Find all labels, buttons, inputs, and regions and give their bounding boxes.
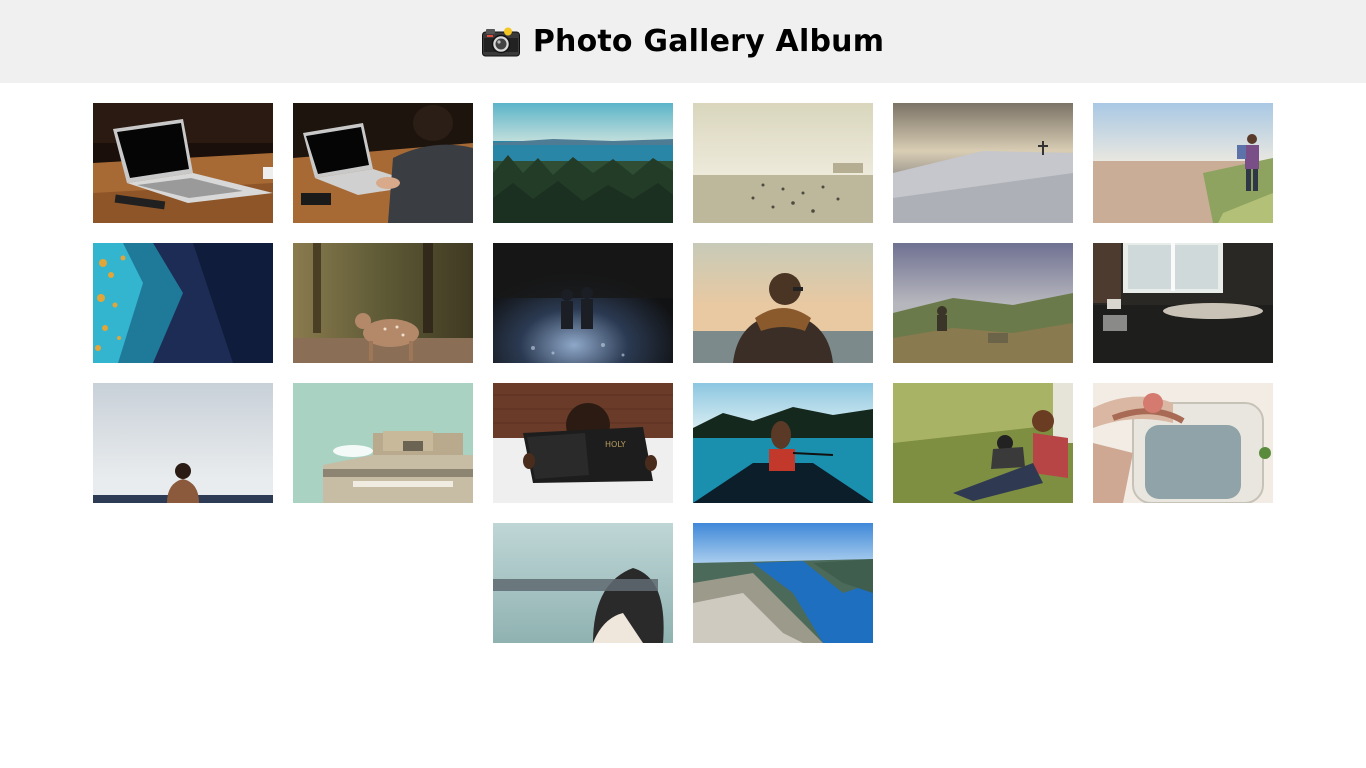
photo-snowy-hill-cross[interactable] <box>893 103 1073 223</box>
photo-woman-in-canoe[interactable] <box>693 383 873 503</box>
camera-icon <box>481 27 520 56</box>
photo-old-building[interactable] <box>293 383 473 503</box>
photo-man-carrying-child-on-beach[interactable] <box>1093 103 1273 223</box>
photo-laptop-on-desk[interactable] <box>93 103 273 223</box>
photo-couple-in-dark-water[interactable] <box>493 243 673 363</box>
photo-ocean-aerial-teal[interactable] <box>93 243 273 363</box>
title-wrap: Photo Gallery Album <box>481 24 885 59</box>
photo-misty-beach[interactable] <box>693 103 873 223</box>
photo-person-on-foggy-hill[interactable] <box>893 243 1073 363</box>
photo-deer-in-forest[interactable] <box>293 243 473 363</box>
photo-woman-in-car-window[interactable] <box>1093 383 1273 503</box>
photo-couple-in-grass[interactable] <box>893 383 1073 503</box>
photo-child-reading-bible[interactable]: HOLY <box>493 383 673 503</box>
photo-person-sleeping-on-couch[interactable] <box>1093 243 1273 363</box>
photo-blindfolded-woman[interactable] <box>493 523 673 643</box>
photo-fjord-landscape[interactable] <box>693 523 873 643</box>
svg-text:HOLY: HOLY <box>605 440 626 449</box>
photo-woman-looking-at-sea[interactable] <box>693 243 873 363</box>
photo-man-typing-on-laptop[interactable] <box>293 103 473 223</box>
photo-man-at-sky[interactable] <box>93 383 273 503</box>
photo-gallery: HOLY <box>83 103 1283 643</box>
photo-forest-and-sea[interactable] <box>493 103 673 223</box>
page-header: Photo Gallery Album <box>0 0 1366 83</box>
page-title: Photo Gallery Album <box>532 24 885 59</box>
